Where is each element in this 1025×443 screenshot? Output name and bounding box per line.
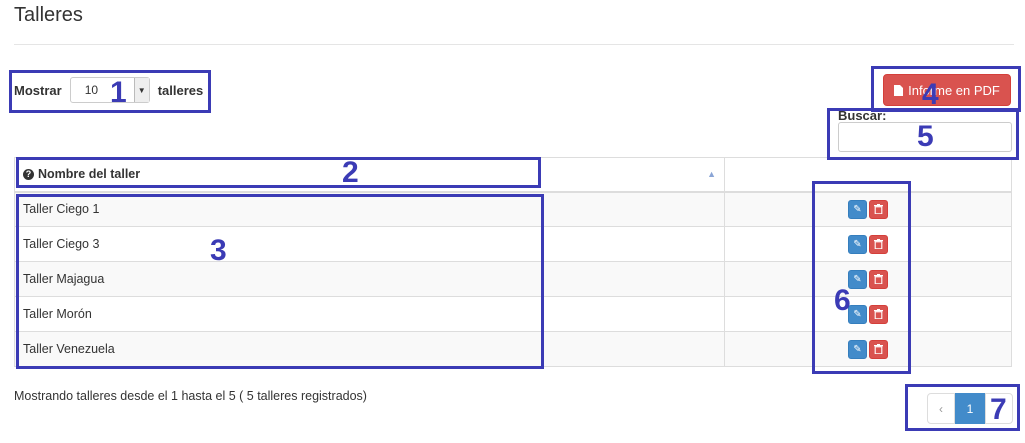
- trash-icon: [874, 204, 883, 215]
- delete-button[interactable]: [869, 339, 888, 359]
- table-info: Mostrando talleres desde el 1 hasta el 5…: [14, 389, 367, 403]
- taller-name: Taller Ciego 3: [14, 226, 725, 262]
- delete-button[interactable]: [869, 234, 888, 254]
- column-header-label: Nombre del taller: [38, 167, 141, 182]
- page-length-value: 10: [84, 83, 99, 97]
- pagination-page-1[interactable]: 1: [955, 393, 985, 424]
- annotation-number-5: 5: [917, 120, 934, 153]
- annotation-number-4: 4: [922, 78, 939, 111]
- trash-icon: [874, 239, 883, 249]
- edit-button[interactable]: ✎: [848, 234, 867, 254]
- pagination-prev-button[interactable]: ‹: [927, 393, 955, 424]
- divider: [14, 44, 1014, 45]
- page-title: Talleres: [14, 4, 83, 26]
- row-actions: ✎: [724, 261, 1012, 297]
- pencil-icon: ✎: [853, 273, 862, 285]
- pencil-icon: ✎: [853, 308, 862, 320]
- trash-icon: [874, 274, 883, 284]
- pdf-report-button[interactable]: Informe en PDF: [883, 74, 1011, 106]
- delete-button[interactable]: [869, 269, 888, 289]
- edit-button[interactable]: ✎: [848, 339, 867, 359]
- column-header-actions: [724, 157, 1012, 193]
- row-actions: ✎: [724, 191, 1012, 227]
- edit-button[interactable]: ✎: [848, 199, 867, 219]
- annotation-number-3: 3: [210, 234, 227, 267]
- row-actions: ✎: [724, 331, 1012, 367]
- delete-button[interactable]: [869, 199, 888, 219]
- talleres-table: ? Nombre del taller ▲ Taller Ciego 1 ✎ Tal…: [14, 157, 1012, 367]
- row-actions: ✎: [724, 226, 1012, 262]
- annotation-number-7: 7: [990, 393, 1007, 426]
- column-header-name[interactable]: ? Nombre del taller ▲: [14, 157, 725, 193]
- edit-button[interactable]: ✎: [848, 304, 867, 324]
- taller-name: Taller Ciego 1: [14, 191, 725, 227]
- taller-name: Taller Venezuela: [14, 331, 725, 367]
- sort-asc-icon[interactable]: ▲: [707, 169, 716, 179]
- delete-button[interactable]: [869, 304, 888, 324]
- annotation-number-6: 6: [834, 284, 851, 317]
- table-row: Taller Ciego 3 ✎: [14, 226, 1012, 262]
- pencil-icon: ✎: [853, 203, 862, 215]
- table-row: Taller Morón ✎: [14, 296, 1012, 332]
- question-circle-icon: ?: [23, 168, 34, 180]
- table-row: Taller Ciego 1 ✎: [14, 191, 1012, 227]
- edit-button[interactable]: ✎: [848, 269, 867, 289]
- row-actions: ✎: [724, 296, 1012, 332]
- trash-icon: [874, 309, 883, 319]
- annotation-number-1: 1: [110, 76, 127, 109]
- taller-name: Taller Majagua: [14, 261, 725, 297]
- length-prefix: Mostrar: [14, 82, 62, 98]
- search-label: Buscar:: [838, 108, 887, 123]
- trash-icon: [874, 344, 883, 354]
- file-icon: [894, 84, 904, 96]
- table-row: Taller Venezuela ✎: [14, 331, 1012, 367]
- chevron-down-icon[interactable]: ▼: [133, 78, 149, 102]
- taller-name: Taller Morón: [14, 296, 725, 332]
- length-suffix: talleres: [157, 82, 204, 98]
- pencil-icon: ✎: [853, 343, 862, 355]
- table-row: Taller Majagua ✎: [14, 261, 1012, 297]
- annotation-number-2: 2: [342, 156, 359, 189]
- length-menu: Mostrar 10 ▼ talleres: [14, 75, 203, 105]
- pencil-icon: ✎: [853, 238, 862, 250]
